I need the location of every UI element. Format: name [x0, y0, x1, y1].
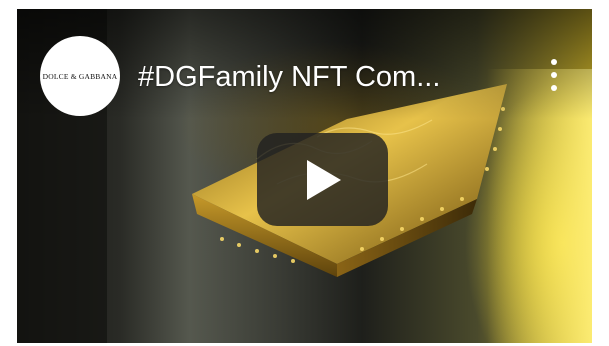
more-vert-icon-dot	[551, 72, 557, 78]
more-vert-icon-dot	[551, 85, 557, 91]
video-title[interactable]: #DGFamily NFT Com...	[138, 61, 440, 94]
more-vert-icon	[551, 59, 557, 65]
play-button[interactable]	[257, 133, 388, 226]
video-embed[interactable]: DOLCE & GABBANA #DGFamily NFT Com...	[17, 9, 592, 343]
channel-logo-text: DOLCE & GABBANA	[42, 71, 118, 81]
play-icon	[306, 159, 341, 200]
channel-avatar[interactable]: DOLCE & GABBANA	[40, 36, 120, 116]
more-options-button[interactable]	[546, 56, 562, 94]
